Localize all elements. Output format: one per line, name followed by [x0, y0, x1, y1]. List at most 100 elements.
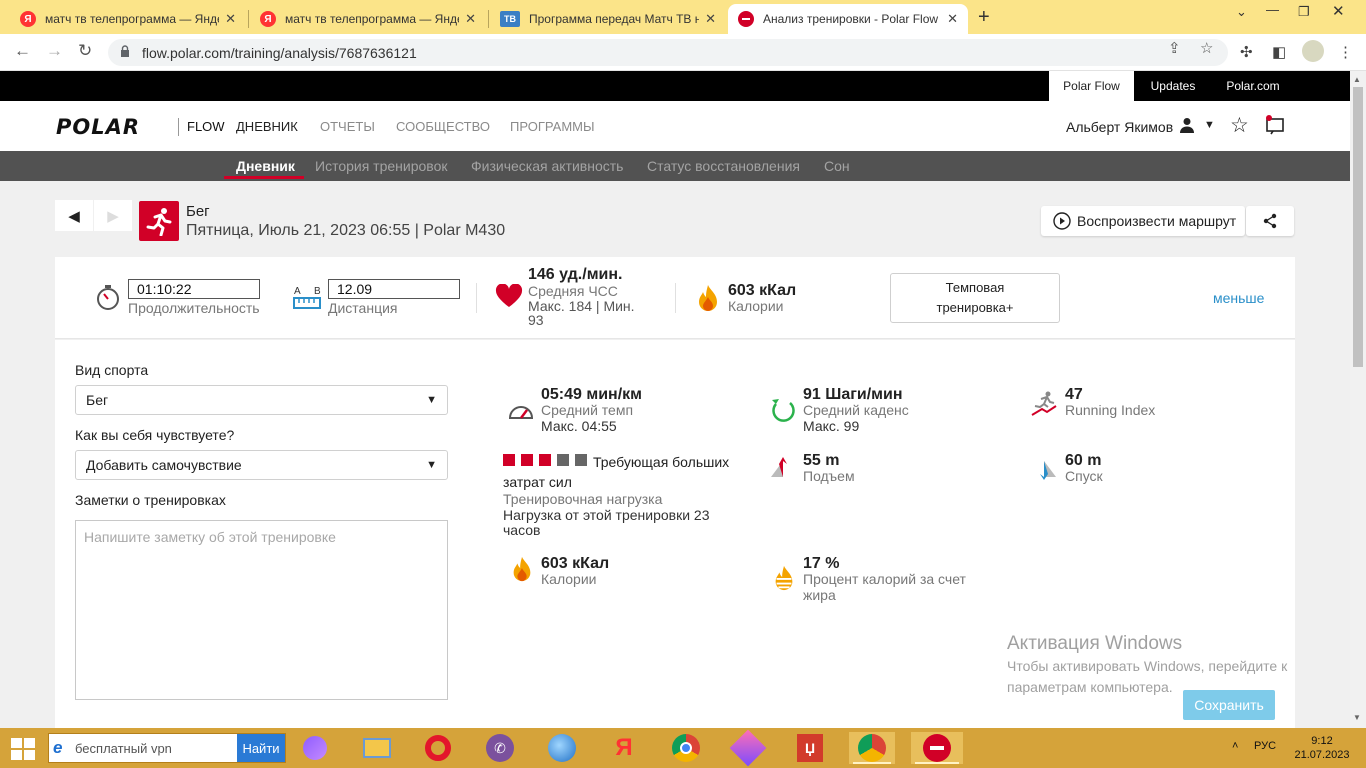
training-load-label: Тренировочная нагрузка	[503, 491, 663, 507]
close-tab-icon[interactable]: ✕	[225, 11, 236, 27]
nav-community[interactable]: СООБЩЕСТВО	[396, 119, 490, 134]
close-tab-icon[interactable]: ✕	[705, 11, 716, 27]
browser-tab-match-tv[interactable]: ТВ Программа передач Матч ТВ на ✕	[490, 4, 726, 34]
play-route-button[interactable]: Воспроизвести маршрут	[1041, 206, 1245, 236]
close-window-button[interactable]: ✕	[1332, 2, 1345, 20]
windows-start-icon[interactable]	[11, 738, 35, 760]
gem-app-icon[interactable]	[725, 729, 771, 767]
chrome-menu-icon[interactable]: ⋮	[1338, 43, 1353, 61]
favorites-star-icon[interactable]: ☆	[1230, 113, 1249, 138]
side-panel-icon[interactable]: ◧	[1272, 43, 1286, 61]
save-button[interactable]: Сохранить	[1183, 690, 1275, 720]
polar-header: POLAR FLOW ДНЕВНИК ОТЧЕТЫ СООБЩЕСТВО ПРО…	[0, 101, 1350, 151]
browser-tab-yandex-2[interactable]: Я матч тв телепрограмма — Яндекс ✕	[250, 4, 486, 34]
previous-training-button[interactable]: ◀	[55, 200, 93, 231]
minimize-button[interactable]: —	[1266, 2, 1279, 17]
close-tab-icon[interactable]: ✕	[465, 11, 476, 27]
forward-button[interactable]: →	[46, 41, 63, 61]
yandex-browser-icon[interactable]: Я	[601, 732, 647, 764]
address-bar[interactable]: flow.polar.com/training/analysis/7687636…	[108, 39, 1228, 66]
heart-icon	[495, 284, 523, 307]
arrow-right-icon: ▶	[107, 207, 119, 225]
bookmark-star-icon[interactable]: ☆	[1200, 39, 1213, 57]
flow-label: FLOW	[187, 119, 225, 134]
browser-globe-icon[interactable]	[539, 732, 585, 764]
viber-icon[interactable]: ✆	[477, 732, 523, 764]
arrow-left-icon: ◀	[68, 207, 80, 225]
subnav-diary[interactable]: Дневник	[236, 158, 295, 174]
browser-tab-yandex-1[interactable]: Я матч тв телепрограмма — Яндекс ✕	[10, 4, 246, 34]
share-button[interactable]	[1246, 206, 1294, 236]
link-polar-flow[interactable]: Polar Flow	[1049, 71, 1134, 101]
polar-top-bar: Polar Flow Updates Polar.com	[0, 71, 1350, 101]
browser-tab-polar[interactable]: Анализ тренировки - Polar Flow ✕	[728, 4, 968, 34]
duration-input[interactable]: 01:10:22	[128, 279, 260, 299]
user-menu[interactable]: Альберт Якимов	[1066, 119, 1173, 135]
descent-label: Спуск	[1065, 468, 1103, 484]
nav-diary[interactable]: ДНЕВНИК	[236, 119, 298, 134]
polar-app-icon[interactable]	[911, 732, 963, 764]
subnav-active-indicator	[224, 176, 304, 179]
page-scrollbar[interactable]: ▲ ▼	[1350, 71, 1366, 728]
reload-button[interactable]: ↻	[78, 41, 92, 61]
close-tab-icon[interactable]: ✕	[947, 11, 958, 27]
profile-avatar[interactable]	[1302, 40, 1324, 66]
distance-label: Дистанция	[328, 300, 398, 316]
feeling-select[interactable]: Добавить самочувствие ▼	[75, 450, 448, 480]
red-app-icon[interactable]: Џ	[787, 732, 833, 764]
notes-textarea[interactable]: Напишите заметку об этой тренировке	[75, 520, 448, 700]
tab-search-chevron-icon[interactable]: ⌄	[1236, 4, 1247, 20]
subnav-sleep[interactable]: Сон	[824, 158, 850, 174]
subnav-training-history[interactable]: История тренировок	[315, 158, 447, 174]
subnav-activity[interactable]: Физическая активность	[471, 158, 623, 174]
lock-icon	[121, 45, 129, 57]
new-tab-button[interactable]: +	[978, 6, 990, 29]
next-training-button[interactable]: ▶	[94, 200, 132, 231]
language-indicator[interactable]: РУС	[1254, 740, 1276, 752]
ruler-icon	[293, 297, 321, 309]
training-load-title: Требующая больших затрат сил	[503, 454, 730, 490]
less-link[interactable]: меньше	[1213, 290, 1264, 306]
chrome-icon[interactable]	[663, 732, 709, 764]
taskbar-search[interactable]: e бесплатный vpn Найти	[48, 733, 286, 763]
alice-icon[interactable]	[292, 732, 338, 764]
user-icon[interactable]	[1180, 117, 1194, 136]
caret-down-icon: ▼	[426, 394, 437, 406]
nav-reports[interactable]: ОТЧЕТЫ	[320, 119, 375, 134]
polar-favicon-icon	[738, 11, 754, 27]
browser-tab-bar: Я матч тв телепрограмма — Яндекс ✕ Я мат…	[0, 0, 1366, 34]
windows-activation-line2: параметрам компьютера.	[1007, 679, 1173, 695]
scroll-up-icon[interactable]: ▲	[1353, 75, 1361, 84]
taskbar-clock[interactable]: 9:12 21.07.2023	[1292, 734, 1352, 762]
chrome-yandex-profile-icon[interactable]	[849, 732, 895, 764]
link-polar-com[interactable]: Polar.com	[1212, 71, 1294, 101]
restore-button[interactable]: ❐	[1298, 4, 1310, 20]
caret-down-icon: ▼	[426, 459, 437, 471]
search-submit-button[interactable]: Найти	[237, 734, 285, 762]
notes-label: Заметки о тренировках	[75, 492, 226, 508]
subnav-recovery[interactable]: Статус восстановления	[647, 158, 800, 174]
tray-expand-icon[interactable]: ˄	[1232, 740, 1238, 752]
share-icon[interactable]: ⇪	[1168, 39, 1181, 57]
chevron-down-icon[interactable]: ▼	[1204, 119, 1215, 131]
descent-icon	[1040, 461, 1056, 480]
cadence-max: Макс. 99	[803, 418, 860, 434]
fat-burn-icon	[775, 565, 793, 591]
training-load-description: Нагрузка от этой тренировки 23 часов	[503, 507, 710, 538]
scroll-thumb[interactable]	[1353, 87, 1363, 367]
scroll-down-icon[interactable]: ▼	[1353, 713, 1361, 722]
training-type-button[interactable]: Темповая тренировка+	[890, 273, 1060, 323]
sport-type-select[interactable]: Бег ▼	[75, 385, 448, 415]
extensions-icon[interactable]: ✣	[1240, 43, 1253, 61]
stopwatch-icon	[97, 285, 119, 310]
nav-programs[interactable]: ПРОГРАММЫ	[510, 119, 595, 134]
distance-input[interactable]: 12.09	[328, 279, 460, 299]
opera-icon[interactable]	[415, 732, 461, 764]
polar-logo[interactable]: POLAR	[56, 115, 140, 139]
file-explorer-icon[interactable]	[354, 732, 400, 764]
notifications-icon[interactable]	[1265, 115, 1285, 138]
windows-activation-title: Активация Windows	[1007, 633, 1183, 654]
back-button[interactable]: ←	[14, 41, 31, 61]
pace-max: Макс. 04:55	[541, 418, 617, 434]
link-updates[interactable]: Updates	[1134, 71, 1212, 101]
